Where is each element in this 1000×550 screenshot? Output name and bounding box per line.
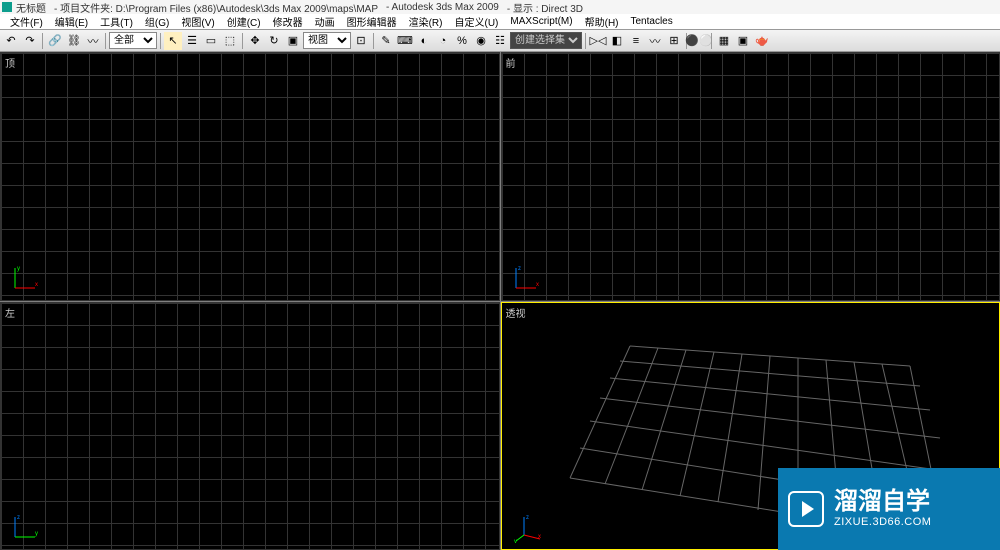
menu-group[interactable]: 组(G): [139, 14, 175, 29]
viewport-top-label: 顶: [5, 55, 15, 70]
menu-create[interactable]: 创建(C): [221, 14, 267, 29]
mirror-button[interactable]: ▷◁: [589, 32, 607, 50]
schematic-view-button[interactable]: ⊞: [665, 32, 683, 50]
menu-rendering[interactable]: 渲染(R): [403, 14, 449, 29]
unlink-button[interactable]: ⛓: [65, 32, 83, 50]
menu-tools[interactable]: 工具(T): [94, 14, 139, 29]
use-pivot-center-button[interactable]: ⊡: [352, 32, 370, 50]
render-setup-button[interactable]: ▦: [715, 32, 733, 50]
svg-text:z: z: [518, 266, 521, 272]
curve-editor-button[interactable]: 〰: [646, 32, 664, 50]
viewport-front-label: 前: [506, 55, 516, 70]
title-untitled: 无标题: [16, 0, 46, 15]
snap-toggle[interactable]: ◐: [415, 32, 433, 50]
percent-snap-toggle[interactable]: %: [453, 32, 471, 50]
toolbar-separator: [373, 33, 374, 49]
title-bar: 无标题 - 项目文件夹: D:\Program Files (x86)\Auto…: [0, 0, 1000, 14]
angle-snap-toggle[interactable]: ◔: [434, 32, 452, 50]
watermark-url: ZIXUE.3D66.COM: [834, 516, 931, 528]
toolbar-separator: [42, 33, 43, 49]
named-selection-set-select[interactable]: 创建选择集: [510, 32, 582, 49]
svg-text:z: z: [17, 515, 20, 521]
select-region-rect-button[interactable]: ▭: [202, 32, 220, 50]
rotate-button[interactable]: ↻: [265, 32, 283, 50]
keyboard-shortcut-toggle[interactable]: ⌨: [396, 32, 414, 50]
axis-gizmo-front-icon: z x: [512, 262, 542, 292]
layer-manager-button[interactable]: ≡: [627, 32, 645, 50]
svg-text:y: y: [514, 539, 517, 543]
viewport-perspective-label: 透视: [506, 305, 526, 320]
axis-gizmo-top-icon: y x: [11, 262, 41, 292]
main-toolbar: ↶ ↷ 🔗 ⛓ 〰 全部 ↖ ☰ ▭ ⬚ ✥ ↻ ▣ 视图 ⊡ ✎ ⌨ ◐ ◔ …: [0, 30, 1000, 52]
watermark-banner: 溜溜自学 ZIXUE.3D66.COM: [778, 468, 1000, 550]
toolbar-separator: [711, 33, 712, 49]
title-display-mode: - 显示 : Direct 3D: [507, 0, 583, 15]
viewport-front[interactable]: 前 z x: [501, 52, 1000, 301]
title-app-name: - Autodesk 3ds Max 2009: [386, 2, 499, 13]
edit-named-selections-button[interactable]: ☷: [491, 32, 509, 50]
move-button[interactable]: ✥: [246, 32, 264, 50]
manipulate-button[interactable]: ✎: [377, 32, 395, 50]
menu-graph-editors[interactable]: 图形编辑器: [341, 14, 403, 29]
svg-text:x: x: [35, 282, 38, 288]
app-icon: [2, 2, 12, 12]
svg-text:x: x: [536, 282, 539, 288]
window-crossing-toggle[interactable]: ⬚: [221, 32, 239, 50]
title-project-folder: - 项目文件夹: D:\Program Files (x86)\Autodesk…: [54, 0, 378, 15]
select-by-name-button[interactable]: ☰: [183, 32, 201, 50]
redo-button[interactable]: ↷: [21, 32, 39, 50]
bind-spacewarp-button[interactable]: 〰: [84, 32, 102, 50]
watermark-title: 溜溜自学: [834, 490, 931, 514]
menu-tentacles[interactable]: Tentacles: [625, 16, 679, 27]
menu-edit[interactable]: 编辑(E): [49, 14, 94, 29]
grid-icon: [1, 53, 499, 300]
viewport-top[interactable]: 顶 y x: [0, 52, 500, 301]
menu-modifiers[interactable]: 修改器: [267, 14, 309, 29]
reference-coord-select[interactable]: 视图: [303, 32, 351, 49]
link-button[interactable]: 🔗: [46, 32, 64, 50]
material-editor-button[interactable]: ⚫⚪: [690, 32, 708, 50]
svg-text:z: z: [526, 515, 529, 521]
menu-file[interactable]: 文件(F): [4, 14, 49, 29]
undo-button[interactable]: ↶: [2, 32, 20, 50]
selection-filter-select[interactable]: 全部: [109, 32, 157, 49]
svg-text:x: x: [538, 534, 541, 540]
scale-button[interactable]: ▣: [284, 32, 302, 50]
rendered-frame-button[interactable]: ▣: [734, 32, 752, 50]
viewport-left[interactable]: 左 z y: [0, 302, 500, 550]
grid-icon: [1, 303, 499, 550]
select-object-button[interactable]: ↖: [164, 32, 182, 50]
menu-customize[interactable]: 自定义(U): [448, 14, 504, 29]
menu-animation[interactable]: 动画: [309, 14, 341, 29]
axis-gizmo-left-icon: z y: [11, 511, 41, 541]
align-button[interactable]: ◧: [608, 32, 626, 50]
grid-icon: [502, 53, 1000, 300]
spinner-snap-toggle[interactable]: ◉: [472, 32, 490, 50]
play-icon: [788, 491, 824, 527]
menu-views[interactable]: 视图(V): [175, 14, 220, 29]
toolbar-separator: [160, 33, 161, 49]
toolbar-separator: [585, 33, 586, 49]
menu-help[interactable]: 帮助(H): [579, 14, 625, 29]
viewport-left-label: 左: [5, 305, 15, 320]
axis-gizmo-perspective-icon: z x y: [514, 513, 544, 543]
toolbar-separator: [242, 33, 243, 49]
menu-bar: 文件(F) 编辑(E) 工具(T) 组(G) 视图(V) 创建(C) 修改器 动…: [0, 14, 1000, 30]
toolbar-separator: [105, 33, 106, 49]
menu-maxscript[interactable]: MAXScript(M): [504, 16, 578, 27]
svg-text:y: y: [17, 266, 20, 272]
svg-text:y: y: [35, 531, 38, 537]
render-production-button[interactable]: 🫖: [753, 32, 771, 50]
